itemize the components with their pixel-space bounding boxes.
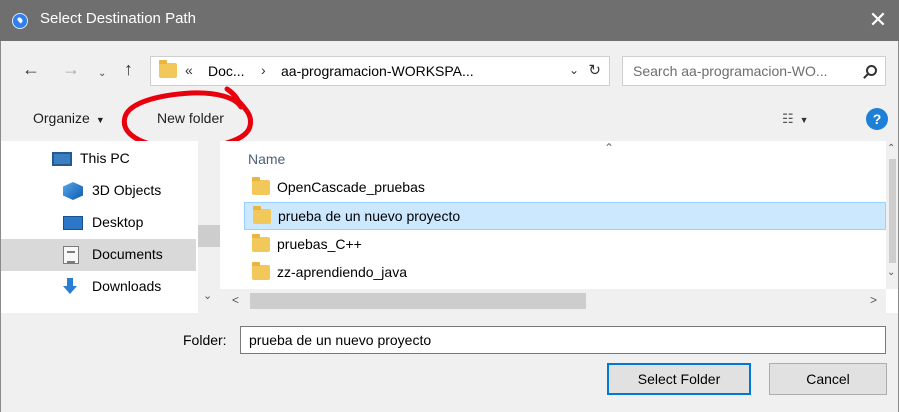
folder-icon — [253, 206, 271, 224]
recent-locations-chevron-icon[interactable]: ⌄ — [98, 64, 106, 84]
folder-icon — [252, 177, 270, 195]
command-toolbar: Organize ▼ New folder ☷ ▼ ? — [0, 86, 899, 151]
search-placeholder: Search aa-programacion-WO... — [633, 63, 828, 79]
file-list-horizontal-scrollbar[interactable]: < > — [220, 289, 886, 313]
sidebar-item-label: Downloads — [92, 278, 162, 294]
sidebar-item-label: 3D Objects — [92, 182, 162, 198]
address-dropdown-icon[interactable]: ⌄ — [569, 63, 579, 77]
title-bar: Select Destination Path ✕ — [0, 0, 899, 41]
forward-arrow-icon[interactable]: → — [62, 59, 80, 79]
dialog-footer: Folder: Select Folder Cancel — [0, 313, 899, 412]
scroll-down-icon[interactable]: ⌄ — [203, 289, 212, 302]
search-icon[interactable] — [866, 65, 877, 76]
sidebar-item-label: Desktop — [92, 214, 144, 230]
downloads-icon — [63, 278, 77, 296]
list-item[interactable]: OpenCascade_pruebas — [244, 174, 886, 202]
sidebar-item-this-pc[interactable]: This PC — [0, 143, 196, 175]
folder-field-label: Folder: — [183, 332, 227, 348]
view-caret-icon: ▼ — [799, 115, 809, 125]
new-folder-button[interactable]: New folder — [157, 110, 224, 126]
close-icon[interactable]: ✕ — [863, 6, 893, 34]
file-list-vertical-scrollbar[interactable]: ⌃ ⌄ — [886, 141, 899, 289]
sidebar-item-documents[interactable]: Documents — [0, 239, 196, 271]
folder-name: prueba de un nuevo proyecto — [278, 208, 461, 224]
folder-field[interactable] — [240, 326, 886, 354]
list-item-selected[interactable]: prueba de un nuevo proyecto — [244, 202, 886, 230]
app-location-icon — [12, 13, 28, 29]
window-title: Select Destination Path — [40, 10, 196, 27]
sidebar-item-3d-objects[interactable]: 3D Objects — [0, 175, 196, 207]
organize-caret-icon: ▼ — [95, 115, 105, 125]
organize-button[interactable]: Organize ▼ — [33, 110, 105, 126]
cancel-button[interactable]: Cancel — [769, 363, 887, 395]
browser-body: This PC 3D Objects Desktop Documents Dow… — [0, 141, 899, 313]
back-arrow-icon[interactable]: ← — [22, 59, 40, 79]
select-folder-button[interactable]: Select Folder — [607, 363, 751, 395]
breadcrumb-workspace[interactable]: aa-programacion-WORKSPA... — [281, 63, 474, 79]
refresh-icon[interactable]: ↻ — [588, 61, 601, 79]
folder-icon — [252, 262, 270, 280]
change-view-button[interactable]: ☷ ▼ — [782, 111, 809, 127]
sidebar-scroll-thumb[interactable] — [198, 225, 220, 247]
search-box[interactable]: Search aa-programacion-WO... — [622, 56, 886, 86]
file-list-pane: ⌃ Name OpenCascade_pruebas prueba de un … — [220, 141, 899, 313]
breadcrumb-separator-icon[interactable]: › — [261, 62, 266, 78]
up-arrow-icon[interactable]: ↑ — [124, 59, 133, 79]
this-pc-icon — [52, 152, 72, 166]
folder-icon — [159, 60, 177, 78]
organize-label: Organize — [33, 110, 90, 126]
scroll-up-icon[interactable]: ⌃ — [887, 143, 895, 154]
column-header-name[interactable]: Name — [248, 151, 285, 167]
3d-objects-icon — [63, 182, 83, 200]
desktop-icon — [63, 216, 83, 230]
address-bar[interactable]: « Doc... › aa-programacion-WORKSPA... ⌄ … — [150, 56, 610, 86]
horizontal-scroll-thumb[interactable] — [250, 293, 586, 309]
navigation-bar: ← → ⌄ ↑ « Doc... › aa-programacion-WORKS… — [0, 41, 899, 97]
navigation-pane: This PC 3D Objects Desktop Documents Dow… — [0, 141, 220, 313]
sidebar-item-label: Documents — [92, 246, 163, 262]
sidebar-scrollbar[interactable]: ⌄ — [198, 141, 220, 313]
sidebar-item-label: This PC — [80, 150, 130, 166]
breadcrumb-documents[interactable]: Doc... — [208, 63, 245, 79]
sort-ascending-icon: ⌃ — [604, 141, 615, 155]
list-item[interactable]: zz-aprendiendo_java — [244, 259, 886, 287]
documents-icon — [63, 246, 79, 264]
scroll-left-icon[interactable]: < — [232, 293, 239, 307]
folder-name: OpenCascade_pruebas — [277, 179, 425, 195]
sidebar-item-desktop[interactable]: Desktop — [0, 207, 196, 239]
scroll-down-icon[interactable]: ⌄ — [887, 267, 895, 278]
vertical-scroll-thumb[interactable] — [889, 159, 896, 263]
scroll-right-icon[interactable]: > — [870, 293, 877, 307]
folder-name: zz-aprendiendo_java — [277, 264, 407, 280]
breadcrumb-overflow[interactable]: « — [185, 62, 193, 78]
folder-icon — [252, 234, 270, 252]
help-icon[interactable]: ? — [866, 108, 888, 130]
sidebar-item-downloads[interactable]: Downloads — [0, 271, 196, 303]
folder-name: pruebas_C++ — [277, 236, 362, 252]
view-options-icon: ☷ — [782, 111, 794, 126]
list-item[interactable]: pruebas_C++ — [244, 231, 886, 259]
